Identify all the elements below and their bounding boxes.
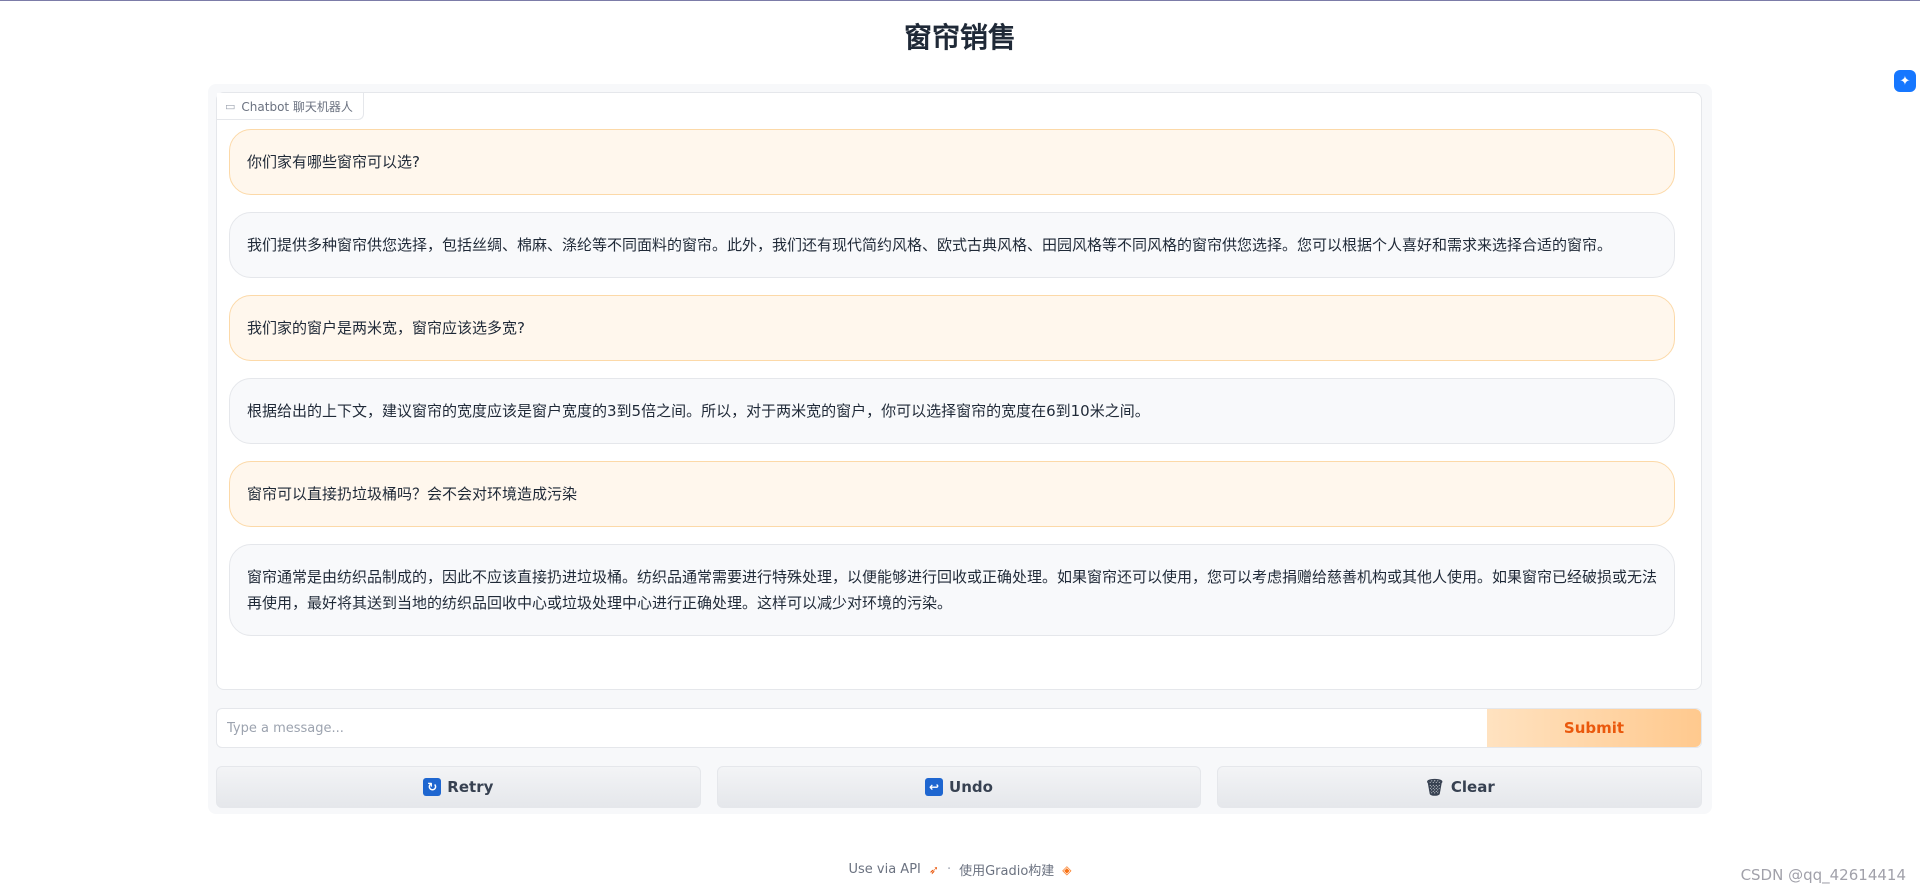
undo-label: Undo (949, 778, 993, 796)
retry-label: Retry (447, 778, 494, 796)
gradio-logo-icon: ◈ (1062, 862, 1072, 877)
clear-button[interactable]: 🗑 Clear (1217, 766, 1703, 808)
action-buttons: ↻ Retry ↩ Undo 🗑 Clear (216, 766, 1703, 808)
rocket-icon: ➶ (928, 862, 939, 877)
clear-label: Clear (1450, 778, 1495, 796)
trash-icon: 🗑 (1424, 777, 1445, 797)
submit-button[interactable]: Submit (1487, 709, 1701, 747)
chat-icon: ▭ (225, 99, 236, 113)
bot-message: 我们提供多种窗帘供您选择，包括丝绸、棉麻、涤纶等不同面料的窗帘。此外，我们还有现… (229, 212, 1675, 278)
translate-icon[interactable]: ✦ (1894, 70, 1916, 92)
top-border (0, 0, 1920, 1)
page-title: 窗帘销售 (903, 21, 1016, 54)
message-list: 你们家有哪些窗帘可以选? 我们提供多种窗帘供您选择，包括丝绸、棉麻、涤纶等不同面… (229, 129, 1675, 653)
use-via-api-link[interactable]: Use via API (848, 862, 920, 877)
undo-button[interactable]: ↩ Undo (716, 766, 1202, 808)
watermark: CSDN @qq_42614414 (1740, 866, 1906, 884)
undo-icon: ↩ (925, 778, 944, 796)
refresh-icon: ↻ (423, 778, 442, 796)
built-with-gradio-link[interactable]: 使用Gradio构建 (959, 860, 1054, 879)
message-input-row: Submit (216, 708, 1702, 748)
retry-button[interactable]: ↻ Retry (216, 766, 701, 808)
user-message: 窗帘可以直接扔垃圾桶吗？会不会对环境造成污染 (229, 461, 1675, 527)
chat-panel: ▭ Chatbot 聊天机器人 你们家有哪些窗帘可以选? 我们提供多种窗帘供您选… (208, 84, 1712, 814)
chatbot-label-text: Chatbot 聊天机器人 (241, 99, 353, 114)
message-input[interactable] (217, 709, 1487, 747)
footer-separator: · (946, 862, 952, 877)
user-message: 你们家有哪些窗帘可以选? (229, 129, 1675, 195)
user-message: 我们家的窗户是两米宽，窗帘应该选多宽? (229, 295, 1675, 361)
chatbot-label: ▭ Chatbot 聊天机器人 (217, 93, 364, 120)
bot-message: 根据给出的上下文，建议窗帘的宽度应该是窗户宽度的3到5倍之间。所以，对于两米宽的… (229, 378, 1675, 444)
footer: Use via API ➶ · 使用Gradio构建 ◈ (0, 860, 1920, 879)
chatbot: ▭ Chatbot 聊天机器人 你们家有哪些窗帘可以选? 我们提供多种窗帘供您选… (216, 92, 1702, 690)
bot-message: 窗帘通常是由纺织品制成的，因此不应该直接扔进垃圾桶。纺织品通常需要进行特殊处理，… (229, 544, 1675, 636)
